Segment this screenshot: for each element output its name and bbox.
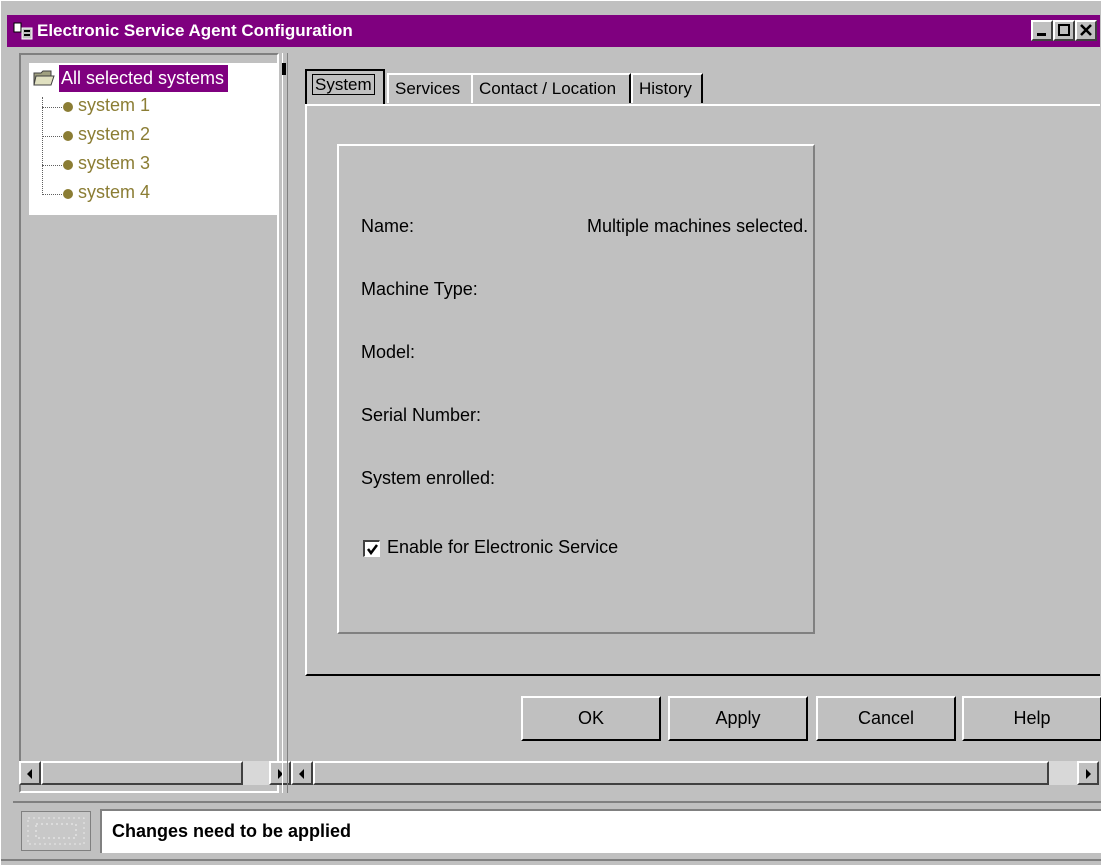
ok-button[interactable]: OK xyxy=(521,696,661,741)
pane-splitter[interactable] xyxy=(282,53,288,793)
folder-icon xyxy=(33,69,55,92)
maximize-icon xyxy=(1058,24,1070,36)
serial-number-label: Serial Number: xyxy=(361,405,482,425)
tree-item-label: system 3 xyxy=(78,153,151,173)
tree-branch xyxy=(42,165,62,166)
status-message-box: Changes need to be applied xyxy=(100,809,1101,853)
scroll-right-button[interactable] xyxy=(1077,761,1099,785)
tab-label: History xyxy=(639,79,692,98)
scroll-thumb[interactable] xyxy=(41,761,243,785)
minimize-icon xyxy=(1037,33,1046,36)
app-icon xyxy=(13,22,33,40)
left-horizontal-scrollbar[interactable] xyxy=(19,761,291,785)
scroll-left-button[interactable] xyxy=(19,761,41,785)
tree-item-system-1[interactable]: system 1 xyxy=(42,95,242,121)
window-title: Electronic Service Agent Configuration xyxy=(37,21,353,40)
minimize-button[interactable] xyxy=(1031,20,1053,41)
right-horizontal-scrollbar[interactable] xyxy=(291,761,1099,785)
system-node-icon xyxy=(63,102,73,112)
scroll-left-button[interactable] xyxy=(291,761,313,785)
system-node-icon xyxy=(63,131,73,141)
tab-services[interactable]: Services xyxy=(387,73,473,103)
arrow-right-icon xyxy=(1086,769,1091,779)
tab-label: Services xyxy=(395,79,461,98)
tab-label: System xyxy=(312,74,375,95)
model-label: Model: xyxy=(361,342,416,362)
tab-contact-location[interactable]: Contact / Location xyxy=(471,73,631,103)
help-button[interactable]: Help xyxy=(962,696,1101,741)
tree-branch xyxy=(42,194,62,195)
systems-tree: All selected systems system 1 system 2 s… xyxy=(29,63,277,215)
status-bar: Changes need to be applied xyxy=(13,801,1101,857)
system-enrolled-label: System enrolled: xyxy=(361,468,496,488)
close-button[interactable] xyxy=(1075,20,1097,41)
status-indicator-icon xyxy=(21,811,91,851)
tree-branch xyxy=(42,136,62,137)
tree-item-system-3[interactable]: system 3 xyxy=(42,153,242,179)
system-node-icon xyxy=(63,189,73,199)
tree-item-label: system 4 xyxy=(78,182,151,202)
cancel-button[interactable]: Cancel xyxy=(816,696,956,741)
enable-electronic-service-checkbox[interactable] xyxy=(363,540,380,557)
close-icon xyxy=(1080,24,1092,36)
machine-type-label: Machine Type: xyxy=(361,279,478,299)
system-node-icon xyxy=(63,160,73,170)
tab-label: Contact / Location xyxy=(479,79,617,98)
tree-root-label[interactable]: All selected systems xyxy=(59,65,229,92)
config-window: Electronic Service Agent Configuration A… xyxy=(0,0,1101,865)
splitter-handle[interactable] xyxy=(282,63,286,75)
checkmark-icon xyxy=(367,544,378,556)
arrow-left-icon xyxy=(299,769,304,779)
scroll-thumb[interactable] xyxy=(313,761,1049,785)
tree-item-system-2[interactable]: system 2 xyxy=(42,124,242,150)
tree-item-label: system 1 xyxy=(78,95,151,115)
name-label: Name: xyxy=(361,216,415,236)
bottom-divider xyxy=(1,859,1101,861)
enable-electronic-service-label[interactable]: Enable for Electronic Service xyxy=(387,537,618,558)
maximize-button[interactable] xyxy=(1053,20,1075,41)
title-bar[interactable]: Electronic Service Agent Configuration xyxy=(7,15,1100,47)
tree-branch xyxy=(42,107,62,108)
status-message: Changes need to be applied xyxy=(112,821,352,841)
name-value: Multiple machines selected. xyxy=(587,216,809,236)
tree-item-system-4[interactable]: system 4 xyxy=(42,182,242,208)
tree-item-label: system 2 xyxy=(78,124,151,144)
arrow-left-icon xyxy=(27,769,32,779)
tab-system[interactable]: System xyxy=(305,69,385,105)
tab-history[interactable]: History xyxy=(631,73,703,103)
systems-tree-pane: All selected systems system 1 system 2 s… xyxy=(19,53,279,793)
apply-button[interactable]: Apply xyxy=(668,696,808,741)
